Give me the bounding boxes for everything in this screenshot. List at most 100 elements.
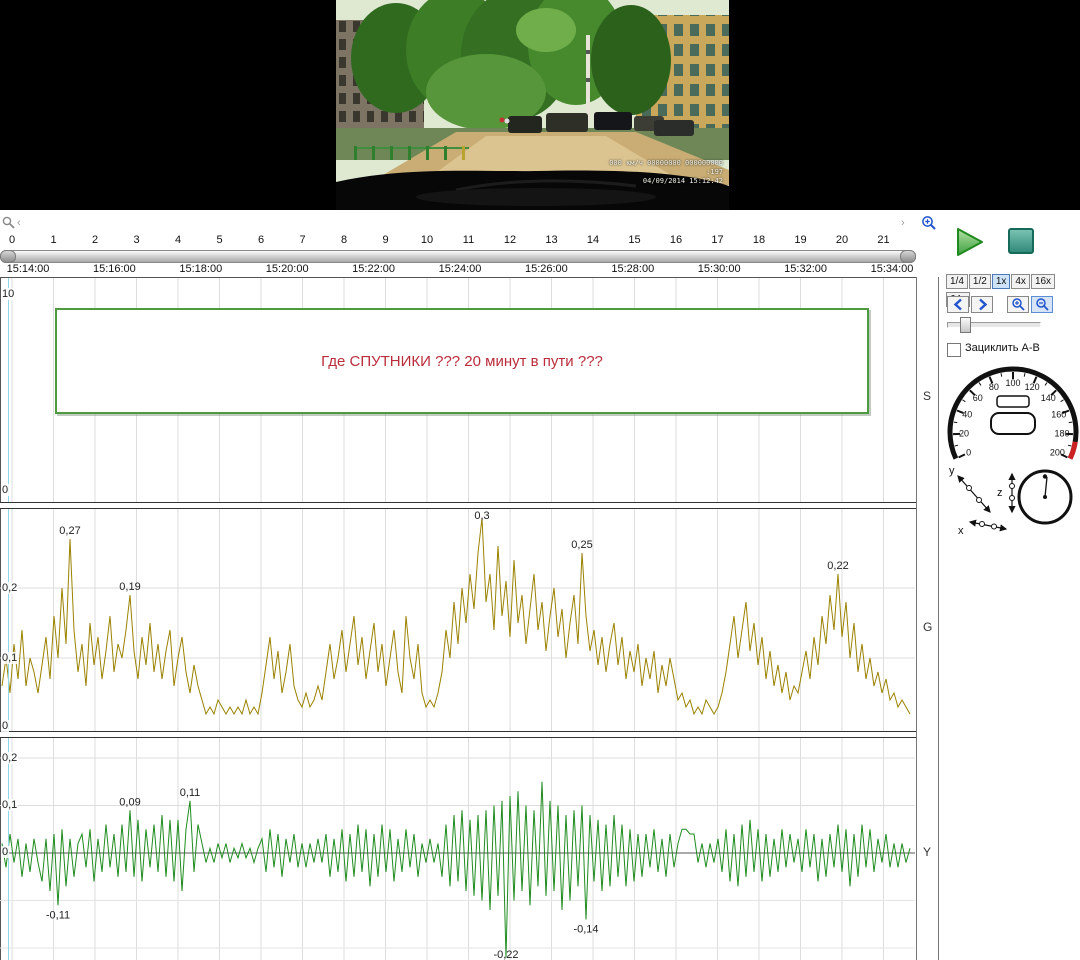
timeline-zoom-icon[interactable]	[2, 216, 15, 229]
play-button[interactable]	[952, 226, 988, 258]
app-window: 000 км/ч 00000000 000000000 :197 04/09/2…	[0, 0, 1080, 960]
loop-ab-checkbox[interactable]	[947, 343, 961, 357]
speed-slider-thumb[interactable]	[960, 317, 971, 333]
ruler-number: 11	[463, 234, 474, 246]
ruler-number: 8	[341, 234, 347, 246]
ruler-timestamp: 15:22:00	[352, 263, 395, 275]
zoom-out-button[interactable]	[1031, 296, 1053, 313]
speed-panel[interactable]: 10 0 Где СПУТНИКИ ??? 20 минут в пути ??…	[0, 278, 916, 502]
ruler-timestamp: 15:28:00	[611, 263, 654, 275]
playback-controls: 1/41/21x4x16x64x Зациклить	[944, 214, 1080, 960]
g-axis-01: 0,1	[1, 652, 18, 664]
step-back-button[interactable]	[947, 296, 969, 313]
yaxis-chart[interactable]: 0,09 0,11 -0,11 -0,14 -0,22	[0, 738, 915, 960]
svg-text:0,3: 0,3	[474, 510, 489, 522]
svg-text:140: 140	[1041, 393, 1056, 403]
svg-text:-0,14: -0,14	[573, 924, 598, 936]
speed-button-1/2[interactable]: 1/2	[969, 274, 991, 289]
g-axis-0: 0	[1, 720, 9, 732]
ruler-number: 0	[9, 234, 15, 246]
speed-button-1x[interactable]: 1x	[992, 274, 1011, 289]
zoom-in-button[interactable]	[1007, 296, 1029, 313]
timeline-scrollbar[interactable]	[0, 250, 916, 263]
video-strip: 000 км/ч 00000000 000000000 :197 04/09/2…	[0, 0, 1080, 210]
ruler-number: 7	[299, 234, 305, 246]
ruler-number: 1	[50, 234, 56, 246]
video-overlay-speed: 000 км/ч 00000000 000000000	[609, 159, 723, 168]
panel-divider	[0, 502, 916, 509]
ruler-number: 2	[92, 234, 98, 246]
svg-text:180: 180	[1054, 429, 1069, 439]
svg-text:0,09: 0,09	[119, 796, 140, 808]
svg-text:160: 160	[1051, 409, 1066, 419]
panel-divider	[0, 731, 916, 738]
svg-text:120: 120	[1025, 382, 1040, 392]
gsensor-panel-letter: G	[923, 620, 932, 634]
speed-slider[interactable]	[947, 322, 1041, 328]
ruler-number: 16	[670, 234, 682, 246]
speedometer-gauge: 0 20 4060 80 100 120140 160 180 200	[946, 366, 1080, 466]
s-axis-zero: 0	[1, 484, 9, 496]
svg-text:40: 40	[962, 409, 972, 419]
ruler-number: 3	[133, 234, 139, 246]
ruler-number: 20	[836, 234, 848, 246]
speed-button-1/4[interactable]: 1/4	[946, 274, 968, 289]
annotation-box: Где СПУТНИКИ ??? 20 минут в пути ???	[55, 308, 869, 414]
ruler-number: 17	[711, 234, 723, 246]
ruler-timestamp: 15:14:00	[7, 263, 50, 275]
ruler-number: 13	[545, 234, 557, 246]
video-overlay-counter: :197	[609, 168, 723, 177]
svg-text:0,22: 0,22	[827, 560, 848, 572]
svg-text:0: 0	[966, 448, 971, 458]
ruler-number: 9	[382, 234, 388, 246]
yaxis-panel-letter: Y	[923, 845, 931, 859]
timeline-zoom-in-icon[interactable]	[921, 215, 937, 231]
ruler-number: 21	[877, 234, 889, 246]
svg-text:0,11: 0,11	[180, 787, 201, 799]
ruler-timestamp: 15:24:00	[439, 263, 482, 275]
y-axis-0: 0	[1, 846, 9, 858]
ruler-number: 4	[175, 234, 181, 246]
svg-text:200: 200	[1050, 448, 1065, 458]
y-axis-02: 0,2	[1, 752, 18, 764]
ruler-number: 10	[421, 234, 433, 246]
ruler-timestamp: 15:16:00	[93, 263, 136, 275]
ruler-number: 12	[504, 234, 516, 246]
gsensor-chart[interactable]: 0,270,190,30,250,22	[0, 509, 915, 731]
g-axis-02: 0,2	[1, 582, 18, 594]
ruler-timestamp: 15:32:00	[784, 263, 827, 275]
gsensor-panel[interactable]: 0,270,190,30,250,22 0,2 0,1 0	[0, 509, 916, 731]
dashcam-video-frame: 000 км/ч 00000000 000000000 :197 04/09/2…	[336, 0, 729, 210]
s-axis-max: 10	[1, 288, 15, 300]
ruler-number: 19	[794, 234, 806, 246]
loop-ab-label: Зациклить A-B	[965, 342, 1040, 354]
ruler-number: 5	[216, 234, 222, 246]
speed-button-4x[interactable]: 4x	[1011, 274, 1030, 289]
annotation-text: Где СПУТНИКИ ??? 20 минут в пути ???	[321, 353, 603, 370]
yaxis-panel[interactable]: 0,09 0,11 -0,11 -0,14 -0,22 0,2 0,1 0	[0, 738, 916, 960]
video-overlay-datetime: 04/09/2014 15:12:42	[609, 177, 723, 186]
ruler-number: 6	[258, 234, 264, 246]
ruler-number: 14	[587, 234, 599, 246]
y-axis-01: 0,1	[1, 799, 18, 811]
svg-text:0,25: 0,25	[571, 539, 592, 551]
step-forward-button[interactable]	[971, 296, 993, 313]
svg-text:-0,11: -0,11	[46, 909, 70, 921]
svg-text:20: 20	[959, 429, 969, 439]
ruler-number: 18	[753, 234, 765, 246]
charts-area: 10 0 Где СПУТНИКИ ??? 20 минут в пути ??…	[0, 277, 916, 960]
axis-x-label: x	[958, 525, 964, 537]
scroll-left-arrow[interactable]: ‹	[17, 217, 21, 229]
ruler-timestamp: 15:30:00	[698, 263, 741, 275]
svg-text:-0,22: -0,22	[493, 949, 518, 960]
svg-text:60: 60	[973, 393, 983, 403]
speed-button-16x[interactable]: 16x	[1031, 274, 1055, 289]
ruler-timestamp: 15:26:00	[525, 263, 568, 275]
scroll-right-arrow[interactable]: ›	[901, 217, 905, 229]
stop-button[interactable]	[1008, 228, 1034, 254]
svg-text:80: 80	[989, 382, 999, 392]
timeline-ruler: ‹ › 0123456789101112131415161718192021 1…	[0, 214, 944, 278]
ruler-timestamp: 15:20:00	[266, 263, 309, 275]
speed-panel-letter: S	[923, 389, 931, 403]
svg-text:100: 100	[1005, 378, 1020, 388]
